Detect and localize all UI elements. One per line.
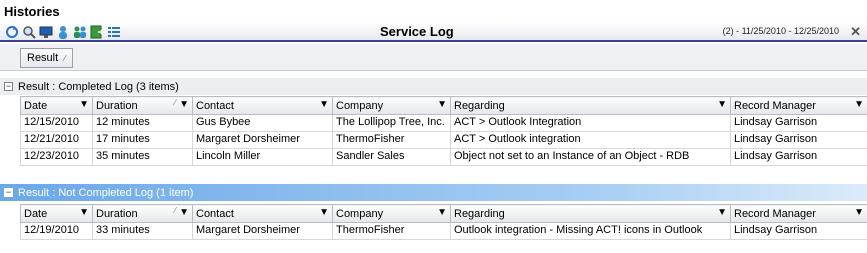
filter-icon[interactable]: ▼: [854, 207, 864, 218]
filter-icon[interactable]: ▼: [79, 207, 89, 218]
table-row[interactable]: 12/19/2010 33 minutes Margaret Dorsheime…: [20, 222, 867, 240]
cell-date: 12/15/2010: [20, 114, 93, 132]
column-header-contact[interactable]: Contact ▼: [192, 96, 333, 115]
export-icon[interactable]: [89, 24, 104, 39]
column-header-contact[interactable]: Contact ▼: [192, 204, 333, 223]
cell-regarding: ACT > Outlook Integration: [450, 114, 731, 132]
refresh-icon[interactable]: [4, 24, 19, 39]
group-by-result-chip[interactable]: Result ⁄: [20, 48, 73, 68]
group-header-label: Result : Completed Log (3 items): [18, 80, 179, 93]
group-chip-label: Result: [27, 52, 59, 64]
filter-icon[interactable]: ▼: [437, 99, 447, 110]
sort-icon: ⁄: [174, 206, 176, 215]
date-range: (2) - 11/25/2010 - 12/25/2010: [722, 26, 839, 36]
filter-icon[interactable]: ▼: [179, 99, 189, 110]
sort-icon: ⁄: [64, 53, 66, 63]
filter-icon[interactable]: ▼: [854, 99, 864, 110]
cell-regarding: Outlook integration - Missing ACT! icons…: [450, 222, 731, 240]
filter-icon[interactable]: ▼: [717, 99, 727, 110]
column-header-duration[interactable]: Duration ⁄ ▼: [92, 96, 193, 115]
filter-icon[interactable]: ▼: [319, 207, 329, 218]
toolbar: Service Log (2) - 11/25/2010 - 12/25/201…: [0, 22, 867, 42]
table-row[interactable]: 12/15/2010 12 minutes Gus Bybee The Loll…: [20, 114, 867, 132]
page-title: Histories: [4, 4, 60, 19]
cell-date: 12/19/2010: [20, 222, 93, 240]
cell-record-manager: Lindsay Garrison: [730, 131, 867, 149]
column-header-date[interactable]: Date ▼: [20, 204, 93, 223]
column-header-regarding[interactable]: Regarding ▼: [450, 96, 731, 115]
column-header-record-manager[interactable]: Record Manager ▼: [730, 204, 867, 223]
cell-company: The Lollipop Tree, Inc.: [332, 114, 451, 132]
table-row[interactable]: 12/23/2010 35 minutes Lincoln Miller San…: [20, 148, 867, 166]
cell-duration: 17 minutes: [92, 131, 193, 149]
column-header-date[interactable]: Date ▼: [20, 96, 93, 115]
cell-contact: Margaret Dorsheimer: [192, 131, 333, 149]
table-header-row: Date ▼ Duration ⁄ ▼ Contact ▼ Company ▼ Regar…: [20, 204, 867, 223]
cell-record-manager: Lindsay Garrison: [730, 114, 867, 132]
monitor-icon[interactable]: [38, 24, 53, 39]
cell-contact: Lincoln Miller: [192, 148, 333, 166]
toolbar-title: Service Log: [380, 24, 454, 39]
column-header-record-manager[interactable]: Record Manager ▼: [730, 96, 867, 115]
filter-icon[interactable]: ▼: [717, 207, 727, 218]
person-icon[interactable]: [55, 24, 70, 39]
column-header-regarding[interactable]: Regarding ▼: [450, 204, 731, 223]
column-header-company[interactable]: Company ▼: [332, 204, 451, 223]
cell-record-manager: Lindsay Garrison: [730, 222, 867, 240]
list-icon[interactable]: [106, 24, 121, 39]
cell-duration: 35 minutes: [92, 148, 193, 166]
group-by-panel: Result ⁄: [0, 44, 867, 71]
not-completed-log-table: Date ▼ Duration ⁄ ▼ Contact ▼ Company ▼ Regar…: [20, 204, 867, 240]
column-header-duration[interactable]: Duration ⁄ ▼: [92, 204, 193, 223]
collapse-icon[interactable]: −: [4, 82, 13, 91]
group-header-label: Result : Not Completed Log (1 item): [18, 186, 194, 199]
filter-icon[interactable]: ▼: [437, 207, 447, 218]
table-row[interactable]: 12/21/2010 17 minutes Margaret Dorsheime…: [20, 131, 867, 149]
filter-icon[interactable]: ▼: [179, 207, 189, 218]
sort-icon: ⁄: [174, 98, 176, 107]
filter-icon[interactable]: ▼: [79, 99, 89, 110]
toolbar-icons: [4, 24, 121, 39]
group-header-not-completed[interactable]: − Result : Not Completed Log (1 item): [0, 184, 867, 201]
cell-company: ThermoFisher: [332, 131, 451, 149]
cell-duration: 33 minutes: [92, 222, 193, 240]
table-header-row: Date ▼ Duration ⁄ ▼ Contact ▼ Company ▼ Regar…: [20, 96, 867, 115]
cell-record-manager: Lindsay Garrison: [730, 148, 867, 166]
group-header-completed[interactable]: − Result : Completed Log (3 items): [0, 78, 867, 95]
cell-company: ThermoFisher: [332, 222, 451, 240]
search-icon[interactable]: [21, 24, 36, 39]
cell-contact: Margaret Dorsheimer: [192, 222, 333, 240]
cell-company: Sandler Sales: [332, 148, 451, 166]
cell-date: 12/21/2010: [20, 131, 93, 149]
people-icon[interactable]: [72, 24, 87, 39]
cell-contact: Gus Bybee: [192, 114, 333, 132]
collapse-icon[interactable]: −: [4, 188, 13, 197]
completed-log-table: Date ▼ Duration ⁄ ▼ Contact ▼ Company ▼ Regar…: [20, 96, 867, 166]
filter-icon[interactable]: ▼: [319, 99, 329, 110]
cell-regarding: Object not set to an Instance of an Obje…: [450, 148, 731, 166]
column-header-company[interactable]: Company ▼: [332, 96, 451, 115]
cell-regarding: ACT > Outlook integration: [450, 131, 731, 149]
cell-date: 12/23/2010: [20, 148, 93, 166]
close-icon[interactable]: ✕: [850, 24, 861, 40]
cell-duration: 12 minutes: [92, 114, 193, 132]
